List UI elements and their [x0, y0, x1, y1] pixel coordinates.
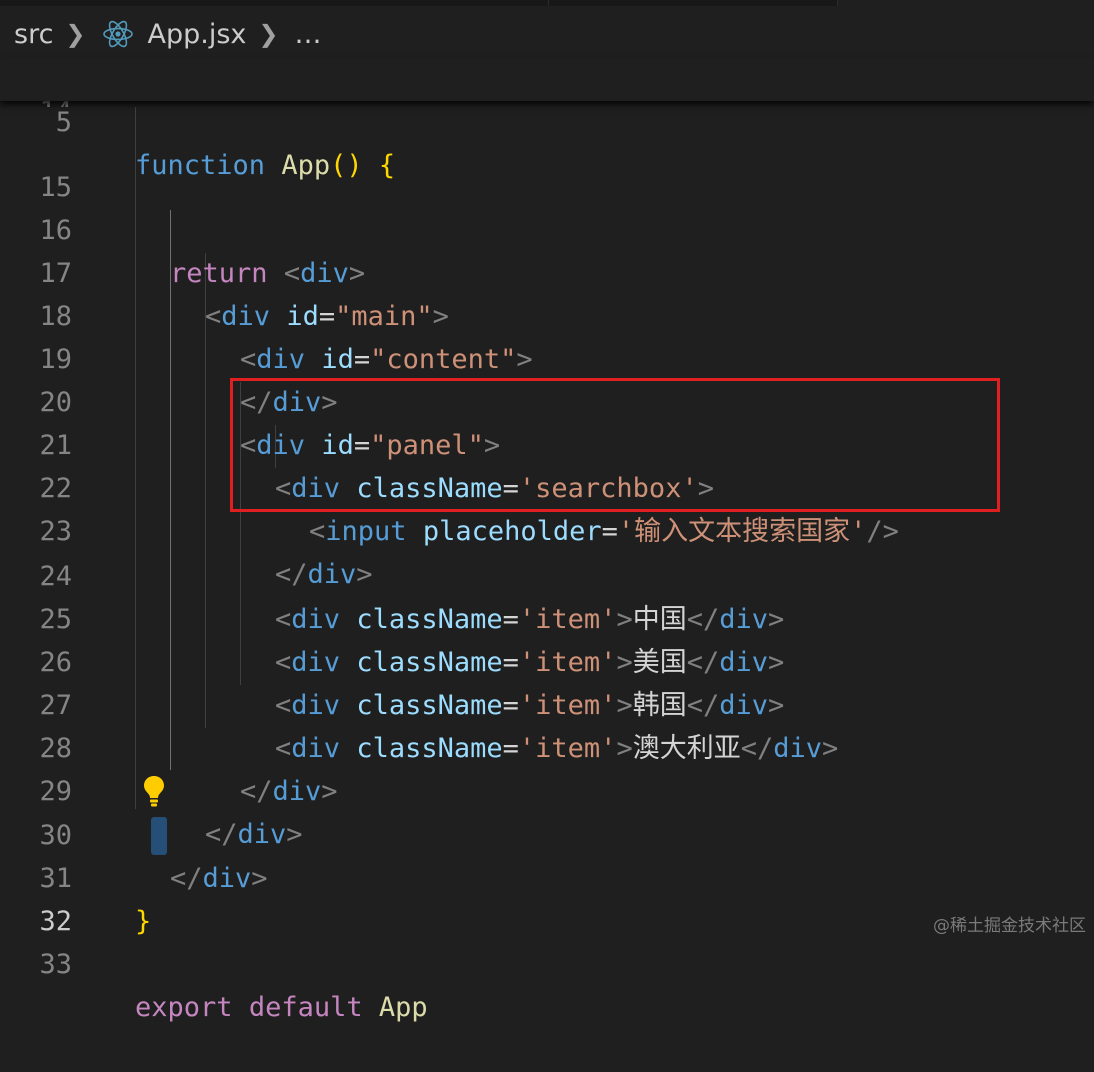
- breadcrumb: src ❯ App.jsx ❯ …: [0, 8, 1094, 60]
- code-line[interactable]: 27 <div className='item'>澳大利亚</div>: [0, 641, 1094, 764]
- code-line[interactable]: 26 <div className='item'>韩国</div>: [0, 598, 1094, 721]
- code-line[interactable]: 33 export default App: [0, 900, 1094, 1023]
- code-text: function App() {: [135, 150, 396, 181]
- line-number: 5: [55, 107, 72, 138]
- code-line[interactable]: 19 </div>: [0, 295, 1094, 418]
- code-line-active[interactable]: 32: [0, 857, 1094, 937]
- code-line[interactable]: 24 <div className='item'>中国</div>: [0, 512, 1094, 635]
- chevron-right-icon: ❯: [258, 20, 279, 48]
- watermark: @稀土掘金技术社区: [933, 916, 1086, 936]
- code-line[interactable]: 20 <div id="panel">: [0, 338, 1094, 461]
- code-line[interactable]: 31 }: [0, 814, 1094, 937]
- code-line[interactable]: 18 <div id="content">: [0, 252, 1094, 375]
- breadcrumb-more[interactable]: …: [295, 19, 322, 50]
- code-text: export default App: [135, 992, 428, 1023]
- sticky-scroll-line[interactable]: 5 function App() {: [0, 58, 1094, 181]
- code-line[interactable]: 17 <div id="main">: [0, 209, 1094, 332]
- react-icon: [102, 18, 134, 50]
- highlight-box: [230, 378, 1000, 512]
- tab-strip-edge: [0, 0, 549, 6]
- code-line[interactable]: 25 <div className='item'>美国</div>: [0, 555, 1094, 678]
- tab-strip-edge: [549, 0, 838, 6]
- code-editor[interactable]: src ❯ App.jsx ❯ … 5 function App() { 14 …: [0, 0, 1094, 1023]
- breadcrumb-file[interactable]: App.jsx: [148, 19, 247, 50]
- lightbulb-icon[interactable]: [142, 774, 166, 808]
- code-line[interactable]: 29 </div>: [0, 727, 1094, 850]
- chevron-right-icon: ❯: [65, 20, 86, 48]
- line-number: 33: [39, 949, 72, 980]
- code-line[interactable]: 28 </div>: [0, 684, 1094, 807]
- breadcrumb-folder[interactable]: src: [14, 19, 53, 50]
